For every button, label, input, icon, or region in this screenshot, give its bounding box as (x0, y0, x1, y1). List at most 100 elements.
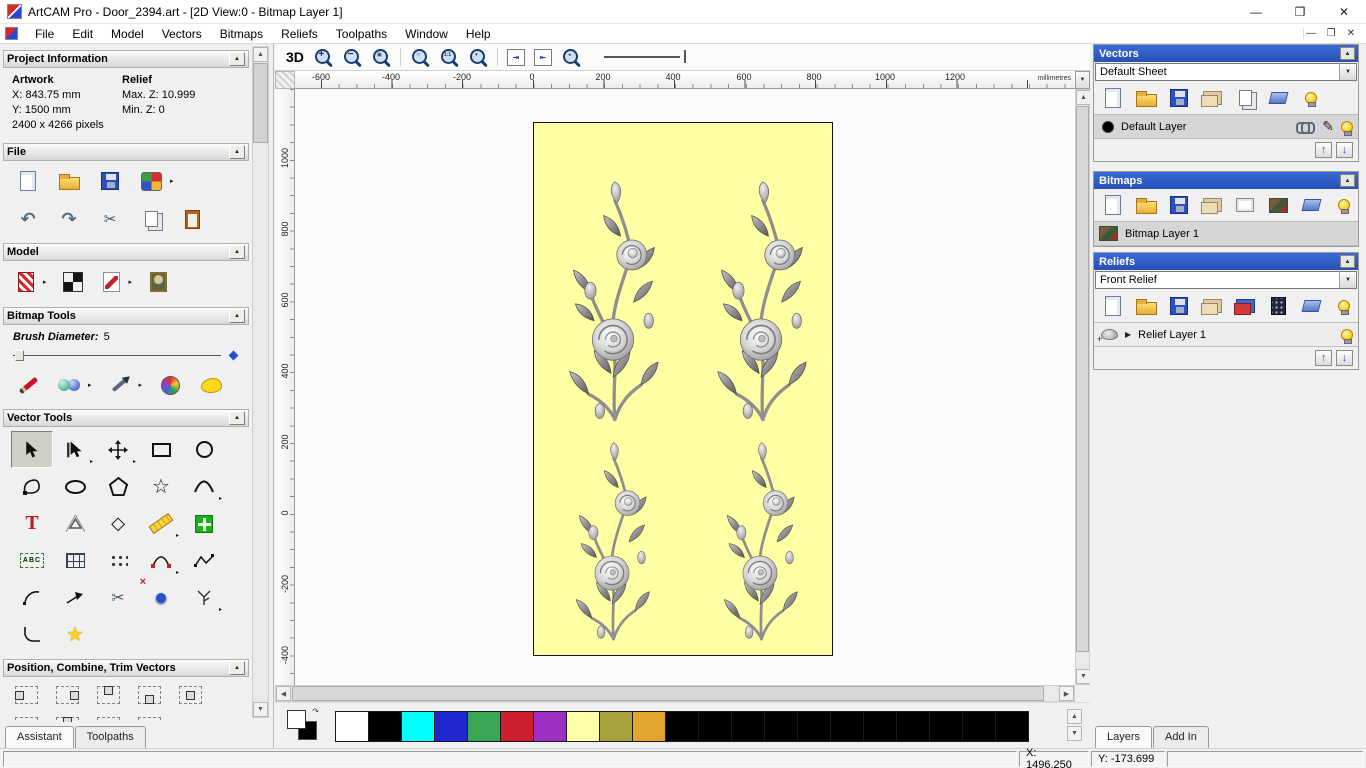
palette-swatch[interactable] (368, 711, 402, 742)
palette-swatch[interactable] (797, 711, 831, 742)
canvas-horizontal-scrollbar[interactable]: ◀ ▶ (275, 685, 1075, 702)
primary-secondary-colour-indicator[interactable]: ↷ (287, 707, 319, 740)
collapse-section-icon[interactable]: ▲ (229, 411, 245, 425)
palette-swatch[interactable] (995, 711, 1029, 742)
align-center-icon[interactable] (179, 686, 202, 704)
flyout-arrow-icon[interactable]: ▸ (176, 569, 179, 576)
direction-arrow-tool[interactable] (54, 579, 96, 616)
scroll-down-icon[interactable]: ▼ (1076, 669, 1091, 684)
view-fade-slider[interactable] (603, 50, 690, 64)
zoom-window-icon[interactable]: □ (410, 47, 430, 68)
toggle-all-visibility-icon[interactable] (1299, 86, 1323, 110)
redo-icon[interactable] (56, 206, 82, 232)
toggle-all-visibility-icon[interactable] (1332, 294, 1356, 318)
collapse-section-icon[interactable]: ▲ (1340, 47, 1355, 60)
new-relief-layer-icon[interactable] (1101, 294, 1125, 318)
palette-swatch[interactable] (665, 711, 699, 742)
transform-vectors-tool[interactable]: ▸ (97, 431, 139, 468)
menu-vectors[interactable]: Vectors (153, 25, 211, 43)
palette-swatch[interactable] (863, 711, 897, 742)
layer-name[interactable]: Relief Layer 1 (1138, 329, 1334, 341)
select-vectors-tool[interactable] (11, 431, 53, 468)
delete-relief-layer-icon[interactable] (1299, 294, 1323, 318)
zoom-previous-icon[interactable]: ◂ (561, 47, 581, 68)
flyout-arrow-icon[interactable]: ▸ (90, 458, 93, 465)
brush-diameter-slider[interactable] (13, 349, 239, 363)
flyout-arrow-icon[interactable]: ▸ (176, 532, 179, 539)
flyout-arrow-icon[interactable]: ▸ (88, 381, 92, 389)
restore-icon[interactable]: ❐ (1278, 0, 1322, 23)
flyout-arrow-icon[interactable]: ▸ (139, 381, 143, 389)
scrollbar-thumb[interactable] (292, 686, 1044, 701)
zoom-object-icon[interactable]: ▣ (371, 47, 391, 68)
rectangle-tool[interactable] (140, 431, 182, 468)
menu-model[interactable]: Model (102, 25, 153, 43)
invert-relief-icon[interactable] (13, 269, 39, 295)
menu-bitmaps[interactable]: Bitmaps (211, 25, 272, 43)
expand-layer-icon[interactable]: ▶ (1125, 330, 1131, 339)
canvas-vertical-scrollbar[interactable]: ▲ ▼ (1075, 89, 1091, 685)
layer-visibility-icon[interactable] (1341, 328, 1353, 344)
palette-swatch[interactable] (467, 711, 501, 742)
collapse-section-icon[interactable]: ▲ (229, 245, 245, 259)
palette-swatch[interactable] (632, 711, 666, 742)
delete-bitmap-layer-icon[interactable] (1299, 193, 1323, 217)
toggle-all-visibility-icon[interactable] (1332, 193, 1356, 217)
tab-add-in[interactable]: Add In (1153, 726, 1209, 748)
tab-assistant[interactable]: Assistant (5, 726, 74, 748)
move-layer-up-icon[interactable]: ↑ (1315, 142, 1332, 158)
move-layer-up-icon[interactable]: ↑ (1315, 350, 1332, 366)
colour-palette-icon[interactable] (157, 372, 183, 398)
bitmap-layer-row[interactable]: Bitmap Layer 1 (1094, 221, 1358, 246)
scroll-up-icon[interactable]: ▲ (253, 47, 268, 62)
palette-swatch[interactable] (698, 711, 732, 742)
flyout-arrow-icon[interactable]: ▸ (170, 177, 174, 185)
align-left-icon[interactable] (15, 686, 38, 704)
collapse-section-icon[interactable]: ▲ (229, 145, 245, 159)
combine-reliefs-icon[interactable] (1233, 294, 1257, 318)
open-relief-layer-icon[interactable] (1134, 294, 1158, 318)
undo-icon[interactable] (15, 206, 41, 232)
arc-segment-tool[interactable] (11, 579, 53, 616)
collapse-section-icon[interactable]: ▲ (1340, 174, 1355, 187)
sheet-selector[interactable]: Default Sheet ▼ (1095, 63, 1357, 81)
save-relief-layer-icon[interactable] (1167, 294, 1191, 318)
wrap-star-tool[interactable] (54, 616, 96, 653)
merge-bitmap-layers-icon[interactable] (1200, 193, 1224, 217)
edit-layer-icon[interactable] (1322, 118, 1334, 135)
artwork-page[interactable] (533, 122, 833, 656)
chevron-down-icon[interactable]: ▼ (1339, 64, 1356, 80)
tab-layers[interactable]: Layers (1095, 726, 1153, 748)
ruler-options-icon[interactable]: ▼ (1075, 71, 1090, 89)
paste-along-vector-tool[interactable] (183, 505, 225, 542)
node-edit-tool[interactable]: ▸ (54, 431, 96, 468)
trim-vectors-tool[interactable] (97, 576, 146, 616)
flyout-arrow-icon[interactable]: ▸ (43, 278, 47, 286)
palette-swatch[interactable] (929, 711, 963, 742)
polygon-tool[interactable] (97, 468, 139, 505)
paint-selective-tool-icon[interactable] (56, 372, 82, 398)
palette-swatch[interactable] (500, 711, 534, 742)
menu-toolpaths[interactable]: Toolpaths (327, 25, 396, 43)
star-tool[interactable] (140, 468, 182, 505)
paint-tool-icon[interactable] (15, 372, 41, 398)
flyout-arrow-icon[interactable]: ▸ (129, 278, 133, 286)
merge-relief-layers-icon[interactable] (1200, 294, 1224, 318)
save-vector-layer-icon[interactable] (1167, 86, 1191, 110)
layer-name[interactable]: Default Layer (1121, 121, 1289, 133)
palette-scroll-up-icon[interactable]: ▲ (1067, 709, 1082, 724)
scroll-right-icon[interactable]: ▶ (1059, 686, 1074, 701)
flyout-arrow-icon[interactable]: ▸ (219, 495, 222, 502)
slider-thumb[interactable] (15, 350, 24, 361)
open-vector-layer-icon[interactable] (1134, 86, 1158, 110)
new-vector-layer-icon[interactable] (1101, 86, 1125, 110)
align-top-icon[interactable] (97, 686, 120, 704)
scrollbar-thumb[interactable] (1076, 106, 1089, 652)
layer-colour-icon[interactable] (1102, 120, 1114, 133)
snap-layer-icon[interactable] (1296, 122, 1316, 134)
scroll-down-icon[interactable]: ▼ (253, 702, 268, 717)
polyline-tool[interactable] (183, 542, 225, 579)
scroll-left-icon[interactable]: ◀ (276, 686, 291, 701)
block-copy-tool[interactable] (97, 542, 139, 579)
palette-swatch[interactable] (830, 711, 864, 742)
